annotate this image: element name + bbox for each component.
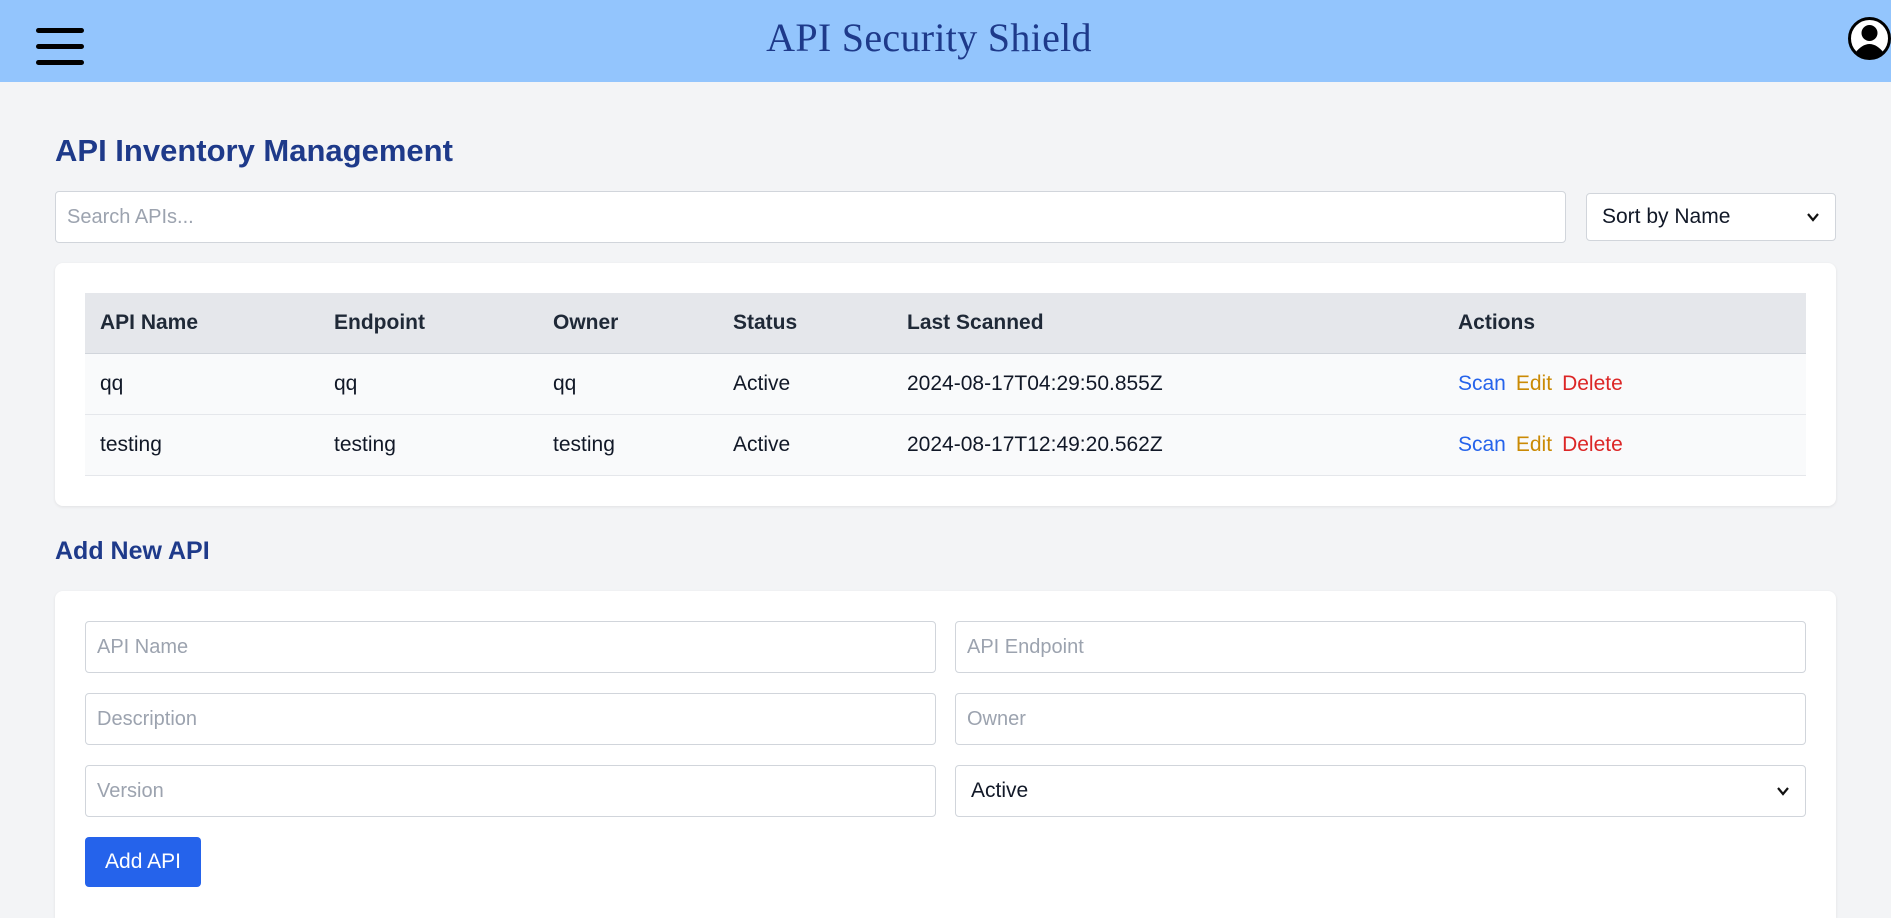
chevron-down-icon bbox=[1777, 787, 1789, 796]
column-header-actions: Actions bbox=[1458, 311, 1536, 334]
owner-cell: qq bbox=[553, 372, 577, 395]
top-bar: API Security Shield bbox=[0, 0, 1891, 82]
column-header-owner: Owner bbox=[553, 311, 619, 334]
actions-cell: Scan Edit Delete bbox=[1458, 415, 1633, 475]
last-scanned-cell: 2024-08-17T04:29:50.855Z bbox=[907, 372, 1163, 395]
actions-cell: Scan Edit Delete bbox=[1458, 354, 1633, 414]
api-name-cell: testing bbox=[100, 433, 162, 456]
table-row: testing testing testing Active 2024-08-1… bbox=[85, 415, 1806, 476]
description-field[interactable] bbox=[85, 693, 936, 745]
status-select[interactable]: Active bbox=[955, 765, 1806, 817]
user-avatar-icon[interactable] bbox=[1848, 17, 1891, 60]
app-title: API Security Shield bbox=[766, 15, 1092, 60]
owner-field[interactable] bbox=[955, 693, 1806, 745]
delete-link[interactable]: Delete bbox=[1562, 433, 1623, 457]
api-table: API Name Endpoint Owner Status Last Scan… bbox=[85, 293, 1806, 476]
edit-link[interactable]: Edit bbox=[1516, 372, 1552, 396]
api-name-cell: qq bbox=[100, 372, 124, 395]
column-header-api-name: API Name bbox=[100, 311, 199, 334]
status-select-value: Active bbox=[971, 779, 1029, 802]
add-api-button[interactable]: Add API bbox=[85, 837, 201, 887]
add-api-heading: Add New API bbox=[55, 537, 210, 565]
edit-link[interactable]: Edit bbox=[1516, 433, 1552, 457]
last-scanned-cell: 2024-08-17T12:49:20.562Z bbox=[907, 433, 1163, 456]
sort-select-value: Sort by Name bbox=[1602, 205, 1731, 228]
page-title: API Inventory Management bbox=[55, 133, 453, 168]
api-inventory-card: API Name Endpoint Owner Status Last Scan… bbox=[55, 263, 1836, 506]
version-field[interactable] bbox=[85, 765, 936, 817]
scan-link[interactable]: Scan bbox=[1458, 372, 1506, 396]
column-header-endpoint: Endpoint bbox=[334, 311, 425, 334]
status-cell: Active bbox=[733, 433, 791, 456]
chevron-down-icon bbox=[1807, 213, 1819, 222]
search-input[interactable] bbox=[55, 191, 1566, 243]
delete-link[interactable]: Delete bbox=[1562, 372, 1623, 396]
table-header: API Name Endpoint Owner Status Last Scan… bbox=[85, 293, 1806, 354]
api-name-field[interactable] bbox=[85, 621, 936, 673]
table-row: qq qq qq Active 2024-08-17T04:29:50.855Z… bbox=[85, 354, 1806, 415]
owner-cell: testing bbox=[553, 433, 615, 456]
endpoint-cell: testing bbox=[334, 433, 396, 456]
status-cell: Active bbox=[733, 372, 791, 395]
endpoint-cell: qq bbox=[334, 372, 358, 395]
column-header-last-scanned: Last Scanned bbox=[907, 311, 1044, 334]
add-api-card: Active Add API bbox=[55, 591, 1836, 918]
column-header-status: Status bbox=[733, 311, 798, 334]
sort-select[interactable]: Sort by Name bbox=[1586, 193, 1836, 241]
scan-link[interactable]: Scan bbox=[1458, 433, 1506, 457]
api-endpoint-field[interactable] bbox=[955, 621, 1806, 673]
